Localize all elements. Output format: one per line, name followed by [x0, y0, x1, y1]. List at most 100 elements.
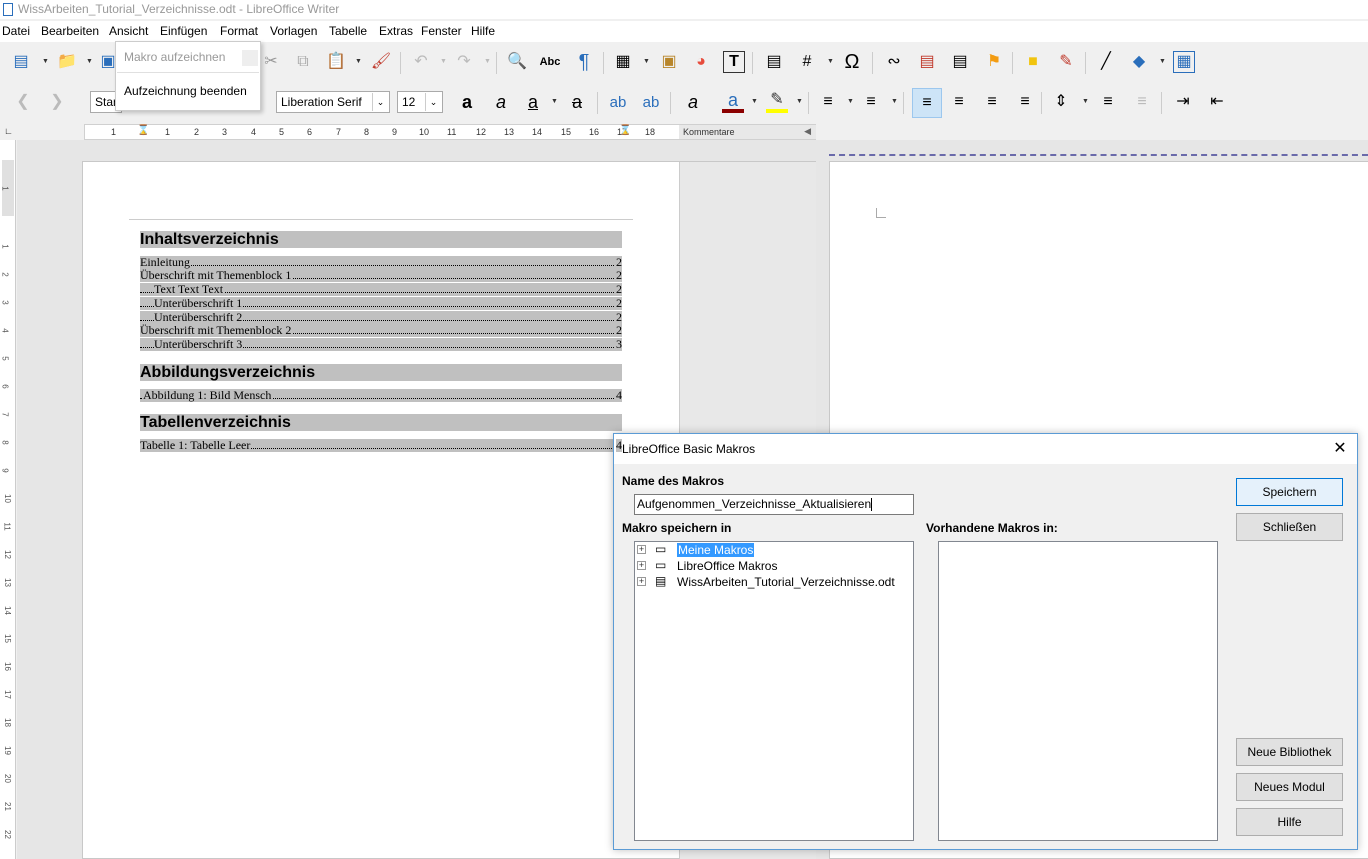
decrease-indent-icon[interactable]: ⇤ — [1206, 91, 1228, 113]
menu-item-stop-recording[interactable]: Aufzeichnung beenden — [124, 84, 247, 98]
underline-icon[interactable]: a — [522, 91, 544, 113]
save-button[interactable]: Speichern — [1236, 478, 1343, 506]
footnote-icon[interactable]: ▤ — [916, 51, 938, 73]
increase-paragraph-spacing-icon[interactable]: ≡ — [1097, 91, 1119, 113]
font-size-combo[interactable]: 12 ⌄ — [397, 91, 443, 113]
superscript-icon[interactable]: ab — [607, 91, 629, 113]
chevron-down-icon[interactable]: ▼ — [847, 98, 854, 105]
chevron-down-icon[interactable]: ▼ — [827, 58, 834, 65]
menu-format[interactable]: Format — [220, 24, 258, 38]
subscript-icon[interactable]: ab — [640, 91, 662, 113]
clear-formatting-icon[interactable]: a — [682, 91, 704, 113]
align-center-icon[interactable]: ≡ — [948, 91, 970, 113]
chevron-down-icon[interactable]: ▼ — [551, 98, 558, 105]
chevron-down-icon[interactable]: ▼ — [1159, 58, 1166, 65]
align-right-icon[interactable]: ≡ — [981, 91, 1003, 113]
menu-bearbeiten[interactable]: Bearbeiten — [41, 24, 99, 38]
close-button[interactable]: Schließen — [1236, 513, 1343, 541]
left-indent-marker[interactable]: ⌛ — [137, 125, 149, 136]
chevron-down-icon[interactable]: ▼ — [643, 58, 650, 65]
bold-icon[interactable]: a — [456, 91, 478, 113]
paste-icon[interactable]: 📋 — [325, 51, 347, 73]
new-library-button[interactable]: Neue Bibliothek — [1236, 738, 1343, 766]
italic-icon[interactable]: a — [490, 91, 512, 113]
chevron-down-icon[interactable]: ▼ — [796, 98, 803, 105]
chevron-down-icon[interactable]: ▼ — [355, 58, 362, 65]
insert-field-icon[interactable]: # — [796, 51, 818, 73]
comment-icon[interactable]: ■ — [1022, 51, 1044, 73]
redo-icon[interactable]: ↷ — [453, 51, 475, 73]
chevron-down-icon[interactable]: ▼ — [891, 98, 898, 105]
menu-hilfe[interactable]: Hilfe — [471, 24, 495, 38]
collapse-comments-icon[interactable]: ◀ — [804, 126, 811, 137]
find-replace-icon[interactable]: 🔍 — [506, 51, 528, 73]
toc-entry[interactable]: Unterüberschrift 2 2 — [140, 311, 622, 324]
chevron-down-icon[interactable]: ▼ — [484, 58, 491, 65]
toc-entry[interactable]: Überschrift mit Themenblock 2 2 — [140, 324, 622, 337]
chevron-down-icon[interactable]: ▼ — [1082, 98, 1089, 105]
table-entry[interactable]: Tabelle 1: Tabelle Leer 4 — [140, 439, 622, 452]
tab-stop-icon[interactable]: ∟ — [4, 126, 13, 136]
insert-page-break-icon[interactable]: ▤ — [763, 51, 785, 73]
vertical-ruler[interactable]: 1 1 2 3 4 5 6 7 8 9 10 11 12 13 14 15 16… — [0, 140, 16, 859]
tree-item-my-macros[interactable]: + ▭ Meine Makros — [637, 542, 907, 558]
existing-macros-list[interactable] — [938, 541, 1218, 841]
expand-icon[interactable]: + — [637, 577, 646, 586]
toc-entry[interactable]: Unterüberschrift 3 3 — [140, 338, 622, 351]
help-button[interactable]: Hilfe — [1236, 808, 1343, 836]
cut-icon[interactable]: ✂ — [260, 51, 282, 73]
increase-indent-icon[interactable]: ⇥ — [1172, 91, 1194, 113]
strikethrough-icon[interactable]: a — [566, 91, 588, 113]
tree-item-libreoffice-macros[interactable]: + ▭ LibreOffice Makros — [637, 558, 907, 574]
decrease-paragraph-spacing-icon[interactable]: ≡ — [1131, 91, 1153, 113]
menu-tabelle[interactable]: Tabelle — [329, 24, 367, 38]
track-changes-icon[interactable]: ✎ — [1055, 51, 1077, 73]
insert-textbox-icon[interactable]: T — [723, 51, 745, 73]
chevron-down-icon[interactable]: ▼ — [42, 58, 49, 65]
clone-formatting-icon[interactable]: 🖌 — [370, 51, 392, 73]
chevron-down-icon[interactable]: ▼ — [86, 58, 93, 65]
insert-table-icon[interactable]: ▦ — [612, 51, 634, 73]
basic-shapes-icon[interactable]: ◆ — [1128, 51, 1150, 73]
line-spacing-icon[interactable]: ⇕ — [1050, 91, 1072, 113]
bookmark-icon[interactable]: ⚑ — [983, 51, 1005, 73]
right-indent-marker[interactable]: ⌛ — [619, 125, 631, 136]
menu-datei[interactable]: Datei — [2, 24, 30, 38]
expand-icon[interactable]: + — [637, 545, 646, 554]
insert-image-icon[interactable]: ▣ — [658, 51, 680, 73]
align-left-icon[interactable]: ≡ — [912, 88, 942, 118]
menu-einfuegen[interactable]: Einfügen — [160, 24, 207, 38]
chevron-down-icon[interactable]: ⌄ — [372, 93, 388, 111]
toc-entry[interactable]: Text Text Text 2 — [140, 283, 622, 296]
expand-icon[interactable]: + — [637, 561, 646, 570]
open-folder-icon[interactable]: 📁 — [56, 51, 78, 73]
chevron-down-icon[interactable]: ▼ — [751, 98, 758, 105]
line-icon[interactable]: ╱ — [1095, 51, 1117, 73]
copy-icon[interactable]: ⧉ — [292, 51, 314, 73]
formatting-marks-icon[interactable]: ¶ — [573, 51, 595, 73]
menu-extras[interactable]: Extras — [379, 24, 413, 38]
special-character-icon[interactable]: Ω — [841, 51, 863, 73]
close-icon[interactable]: ✕ — [1331, 440, 1349, 458]
draw-functions-icon[interactable]: ▦ — [1173, 51, 1195, 73]
toc-entry[interactable]: Unterüberschrift 1 2 — [140, 297, 622, 310]
toc-entry[interactable]: Einleitung 2 — [140, 256, 622, 269]
chevron-down-icon[interactable]: ⌄ — [425, 93, 441, 111]
menu-fenster[interactable]: Fenster — [421, 24, 462, 38]
menu-item-start-recording[interactable]: Makro aufzeichnen — [124, 50, 225, 64]
forward-icon[interactable]: ❯ — [46, 91, 68, 113]
toc-entry[interactable]: Überschrift mit Themenblock 1 2 — [140, 269, 622, 282]
library-tree[interactable]: + ▭ Meine Makros + ▭ LibreOffice Makros … — [634, 541, 914, 841]
tree-item-document[interactable]: + ▤ WissArbeiten_Tutorial_Verzeichnisse.… — [637, 574, 907, 590]
menu-vorlagen[interactable]: Vorlagen — [270, 24, 317, 38]
spelling-icon[interactable]: Abc — [539, 51, 561, 73]
numbered-list-icon[interactable]: ≡ — [860, 91, 882, 113]
hyperlink-icon[interactable]: ∾ — [883, 51, 905, 73]
figure-entry[interactable]: Abbildung 1: Bild Mensch 4 — [140, 389, 622, 402]
macro-name-input[interactable]: Aufgenommen_Verzeichnisse_Aktualisieren — [634, 494, 914, 515]
insert-chart-icon[interactable]: ◕ — [690, 51, 712, 73]
font-color-icon[interactable]: a — [722, 91, 744, 113]
undo-icon[interactable]: ↶ — [410, 51, 432, 73]
new-module-button[interactable]: Neues Modul — [1236, 773, 1343, 801]
justify-icon[interactable]: ≡ — [1014, 91, 1036, 113]
